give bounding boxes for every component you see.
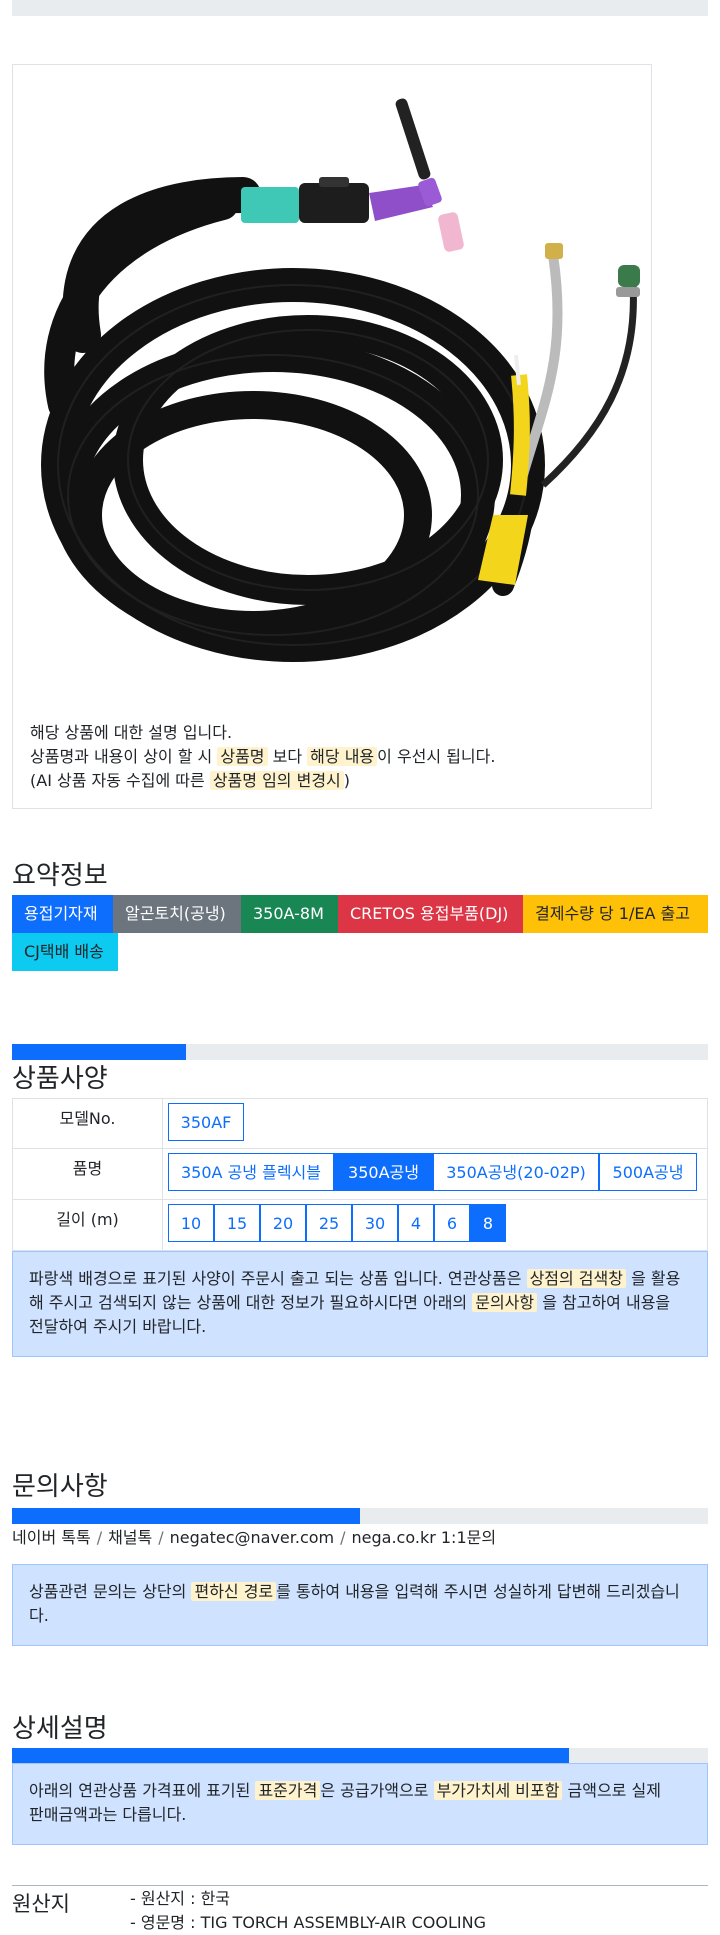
- contact-channels: 네이버 톡톡 / 채널톡 / negatec@naver.com / nega.co.kr …: [12, 1528, 497, 1547]
- note-line-3: (AI 상품 자동 수집에 따른 상품명 임의 변경시): [30, 771, 351, 790]
- badge-brand[interactable]: CRETOS 용접부품(DJ): [338, 895, 523, 933]
- badge-category[interactable]: 용접기자재: [12, 895, 113, 933]
- spec-label-name: 품명: [13, 1149, 163, 1199]
- spec-row-model: 모델No. 350AF: [12, 1098, 708, 1149]
- option-length-10[interactable]: 10: [168, 1204, 214, 1242]
- top-divider-bar: [12, 0, 708, 16]
- inquiry-notice: 상품관련 문의는 상단의 편하신 경로 를 통하여 내용을 입력해 주시면 성실하…: [12, 1564, 708, 1646]
- inquiry-progress: [12, 1508, 708, 1524]
- channel-naver-talk[interactable]: 네이버 톡톡: [12, 1528, 91, 1547]
- spec-notice-line-2: 해 주시고 검색되지 않는 상품에 대한 정보가 필요하시다면 아래의 문의사항…: [29, 1293, 671, 1312]
- spec-notice-line-3: 전달하여 주시기 바랍니다.: [29, 1317, 207, 1336]
- inquiry-notice-line-2: 다.: [29, 1606, 49, 1625]
- origin-divider: [12, 1885, 708, 1886]
- inquiry-progress-fill: [12, 1508, 360, 1524]
- detail-progress-fill: [12, 1748, 569, 1764]
- channel-email[interactable]: negatec@naver.com: [170, 1528, 334, 1547]
- detail-notice: 아래의 연관상품 가격표에 표기된 표준가격 은 공급가액으로 부가가치세 비포함…: [12, 1763, 708, 1845]
- badge-shipping: CJ택배 배송: [12, 933, 118, 971]
- badge-subcategory[interactable]: 알곤토치(공냉): [113, 895, 241, 933]
- origin-english-name: - 영문명 : TIG TORCH ASSEMBLY-AIR COOLING: [130, 1913, 486, 1932]
- highlight-inquiry: 문의사항: [472, 1293, 538, 1312]
- option-length-8-selected[interactable]: 8: [470, 1204, 506, 1242]
- highlight-product-name: 상품명: [217, 747, 268, 766]
- channel-site-inquiry[interactable]: nega.co.kr 1:1문의: [352, 1528, 497, 1547]
- origin-country: - 원산지 : 한국: [130, 1889, 231, 1908]
- summary-title: 요약정보: [12, 861, 108, 891]
- detail-notice-line-1: 아래의 연관상품 가격표에 표기된 표준가격 은 공급가액으로 부가가치세 비포함…: [29, 1781, 661, 1800]
- highlight-shop-search: 상점의 검색창: [526, 1269, 626, 1288]
- spec-notice-line-1: 파랑색 배경으로 표기된 사양이 주문시 출고 되는 상품 입니다. 연관상품은…: [29, 1269, 681, 1288]
- highlight-convenient-route: 편하신 경로: [191, 1582, 277, 1601]
- option-name-3[interactable]: 350A공냉(20-02P): [433, 1153, 599, 1191]
- product-photo: [23, 75, 643, 695]
- option-length-4[interactable]: 4: [398, 1204, 434, 1242]
- option-name-2-selected[interactable]: 350A공냉: [334, 1153, 433, 1191]
- product-note: 해당 상품에 대한 설명 입니다. 상품명과 내용이 상이 할 시 상품명 보다…: [30, 721, 495, 793]
- option-length-6[interactable]: 6: [434, 1204, 470, 1242]
- option-length-20[interactable]: 20: [260, 1204, 306, 1242]
- highlight-vat-excluded: 부가가치세 비포함: [433, 1781, 563, 1800]
- highlight-standard-price: 표준가격: [255, 1781, 321, 1800]
- highlight-name-change: 상품명 임의 변경시: [209, 771, 344, 790]
- channel-channeltalk[interactable]: 채널톡: [108, 1528, 152, 1547]
- option-model-350af[interactable]: 350AF: [168, 1103, 244, 1141]
- spec-label-length: 길이 (m): [13, 1200, 163, 1250]
- highlight-content: 해당 내용: [307, 747, 378, 766]
- badge-model[interactable]: 350A-8M: [241, 895, 338, 933]
- spec-progress: [12, 1044, 708, 1060]
- spec-title: 상품사양: [12, 1064, 108, 1094]
- spec-table: 모델No. 350AF 품명 350A 공냉 플렉시블 350A공냉 350A공…: [12, 1098, 708, 1251]
- spec-row-length: 길이 (m) 10 15 20 25 30 4 6 8: [12, 1200, 708, 1251]
- spec-notice: 파랑색 배경으로 표기된 사양이 주문시 출고 되는 상품 입니다. 연관상품은…: [12, 1251, 708, 1357]
- detail-title: 상세설명: [12, 1714, 108, 1744]
- option-length-30[interactable]: 30: [352, 1204, 398, 1242]
- spec-label-model: 모델No.: [13, 1099, 163, 1148]
- inquiry-title: 문의사항: [12, 1472, 108, 1502]
- inquiry-notice-line-1: 상품관련 문의는 상단의 편하신 경로 를 통하여 내용을 입력해 주시면 성실하…: [29, 1582, 680, 1601]
- option-length-15[interactable]: 15: [214, 1204, 260, 1242]
- option-name-4[interactable]: 500A공냉: [599, 1153, 697, 1191]
- detail-notice-line-2: 판매금액과는 다릅니다.: [29, 1805, 187, 1824]
- option-length-25[interactable]: 25: [306, 1204, 352, 1242]
- origin-details: - 원산지 : 한국 - 영문명 : TIG TORCH ASSEMBLY-AI…: [130, 1887, 486, 1935]
- note-line-2: 상품명과 내용이 상이 할 시 상품명 보다 해당 내용 이 우선시 됩니다.: [30, 747, 496, 766]
- origin-label: 원산지: [12, 1892, 70, 1916]
- spec-row-name: 품명 350A 공냉 플렉시블 350A공냉 350A공냉(20-02P) 50…: [12, 1149, 708, 1200]
- product-card: 해당 상품에 대한 설명 입니다. 상품명과 내용이 상이 할 시 상품명 보다…: [12, 64, 652, 809]
- badge-quantity: 결제수량 당 1/EA 출고: [523, 895, 708, 933]
- note-line-1: 해당 상품에 대한 설명 입니다.: [30, 723, 233, 742]
- option-name-1[interactable]: 350A 공냉 플렉시블: [168, 1153, 334, 1191]
- detail-progress: [12, 1748, 708, 1764]
